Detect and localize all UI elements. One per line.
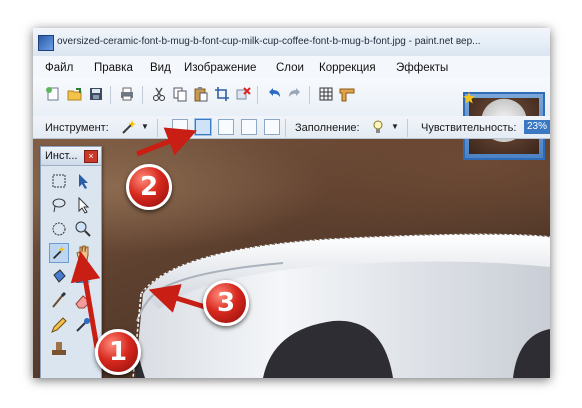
menu-layers[interactable]: Слои bbox=[276, 62, 304, 74]
move-selection-icon[interactable] bbox=[73, 195, 93, 215]
paintbrush-icon[interactable] bbox=[49, 291, 69, 311]
fill-label: Заполнение: bbox=[295, 122, 360, 134]
callout-1: 1 bbox=[95, 329, 141, 375]
main-toolbar bbox=[33, 78, 550, 160]
magic-wand-icon[interactable] bbox=[121, 119, 137, 135]
crop-icon[interactable] bbox=[214, 86, 230, 102]
toolbar-separator bbox=[407, 119, 408, 137]
sensitivity-slider[interactable]: 23% bbox=[524, 120, 550, 134]
recolor-icon[interactable] bbox=[73, 315, 93, 335]
fill-dropdown-chevron-icon[interactable]: ▼ bbox=[391, 122, 399, 131]
callout-3: 3 bbox=[203, 280, 249, 326]
cut-icon[interactable] bbox=[151, 86, 167, 102]
title-bar: oversized-ceramic-font-b-mug-b-font-cup-… bbox=[33, 28, 550, 57]
toolbar-separator bbox=[257, 86, 258, 104]
app-screenshot: oversized-ceramic-font-b-mug-b-font-cup-… bbox=[33, 28, 550, 378]
callout-2: 2 bbox=[126, 164, 172, 210]
redo-icon[interactable] bbox=[287, 86, 303, 102]
paintnet-app-icon bbox=[38, 35, 54, 51]
undo-icon[interactable] bbox=[266, 86, 282, 102]
print-icon[interactable] bbox=[119, 86, 135, 102]
new-file-icon[interactable] bbox=[45, 86, 61, 102]
tool-label: Инструмент: bbox=[45, 122, 109, 134]
window-title: oversized-ceramic-font-b-mug-b-font-cup-… bbox=[57, 36, 481, 47]
clone-stamp-icon[interactable] bbox=[49, 339, 69, 359]
toolbar-separator bbox=[110, 86, 111, 104]
ruler-icon[interactable] bbox=[339, 86, 355, 102]
selection-mode-intersect-button[interactable] bbox=[241, 119, 257, 135]
selection-mode-replace-button[interactable] bbox=[172, 119, 188, 135]
ellipse-select-icon[interactable] bbox=[49, 219, 69, 239]
selection-mode-exclude-button[interactable] bbox=[218, 119, 234, 135]
magic-wand-tool-icon[interactable] bbox=[49, 243, 69, 263]
paint-bucket-icon[interactable] bbox=[49, 267, 69, 287]
tools-window: Инст... × bbox=[40, 146, 102, 378]
tools-window-titlebar[interactable]: Инст... × bbox=[41, 147, 101, 166]
close-icon[interactable]: × bbox=[84, 150, 98, 163]
selection-mode-union-button[interactable] bbox=[195, 119, 211, 135]
menu-effects[interactable]: Эффекты bbox=[396, 62, 448, 74]
delete-icon[interactable] bbox=[235, 86, 251, 102]
open-file-icon[interactable] bbox=[67, 86, 83, 102]
toolbar-separator bbox=[285, 119, 286, 137]
move-icon[interactable] bbox=[73, 171, 93, 191]
eraser-icon[interactable] bbox=[73, 291, 93, 311]
selection-mode-invert-button[interactable] bbox=[264, 119, 280, 135]
flood-mode-icon[interactable] bbox=[371, 119, 385, 135]
copy-icon[interactable] bbox=[172, 86, 188, 102]
save-icon[interactable] bbox=[88, 86, 104, 102]
menu-edit[interactable]: Правка bbox=[94, 62, 133, 74]
toolbar-separator bbox=[142, 86, 143, 104]
menu-file[interactable]: Файл bbox=[45, 62, 73, 74]
pan-hand-icon[interactable] bbox=[73, 243, 93, 263]
paste-icon[interactable] bbox=[193, 86, 209, 102]
menu-image[interactable]: Изображение bbox=[184, 62, 256, 74]
lasso-icon[interactable] bbox=[49, 195, 69, 215]
zoom-icon[interactable] bbox=[73, 219, 93, 239]
star-icon bbox=[463, 92, 475, 104]
toolbar-separator bbox=[309, 86, 310, 104]
gradient-icon[interactable] bbox=[73, 267, 93, 287]
grid-icon[interactable] bbox=[318, 86, 334, 102]
tool-options-bar: Инструмент: ▼ Заполнение: ▼ Чувствительн… bbox=[33, 116, 550, 139]
tools-window-title: Инст... bbox=[45, 150, 78, 162]
rectangle-select-icon[interactable] bbox=[49, 171, 69, 191]
menu-bar: Файл Правка Вид Изображение Слои Коррекц… bbox=[33, 56, 550, 78]
pencil-icon[interactable] bbox=[49, 315, 69, 335]
menu-adjustments[interactable]: Коррекция bbox=[319, 62, 376, 74]
sensitivity-label: Чувствительность: bbox=[421, 122, 517, 134]
menu-view[interactable]: Вид bbox=[150, 62, 171, 74]
tool-dropdown-chevron-icon[interactable]: ▼ bbox=[141, 122, 149, 131]
toolbar-separator bbox=[157, 119, 158, 137]
